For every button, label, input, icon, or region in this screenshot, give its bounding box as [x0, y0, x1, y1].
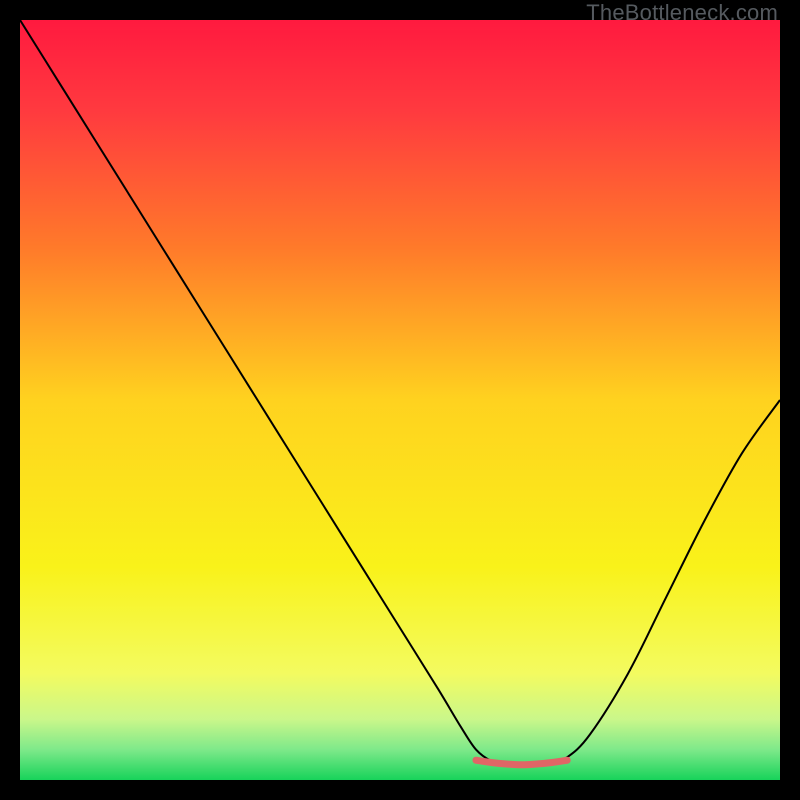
chart-svg [20, 20, 780, 780]
chart-frame [20, 20, 780, 780]
watermark-text: TheBottleneck.com [586, 0, 778, 26]
gradient-background [20, 20, 780, 780]
